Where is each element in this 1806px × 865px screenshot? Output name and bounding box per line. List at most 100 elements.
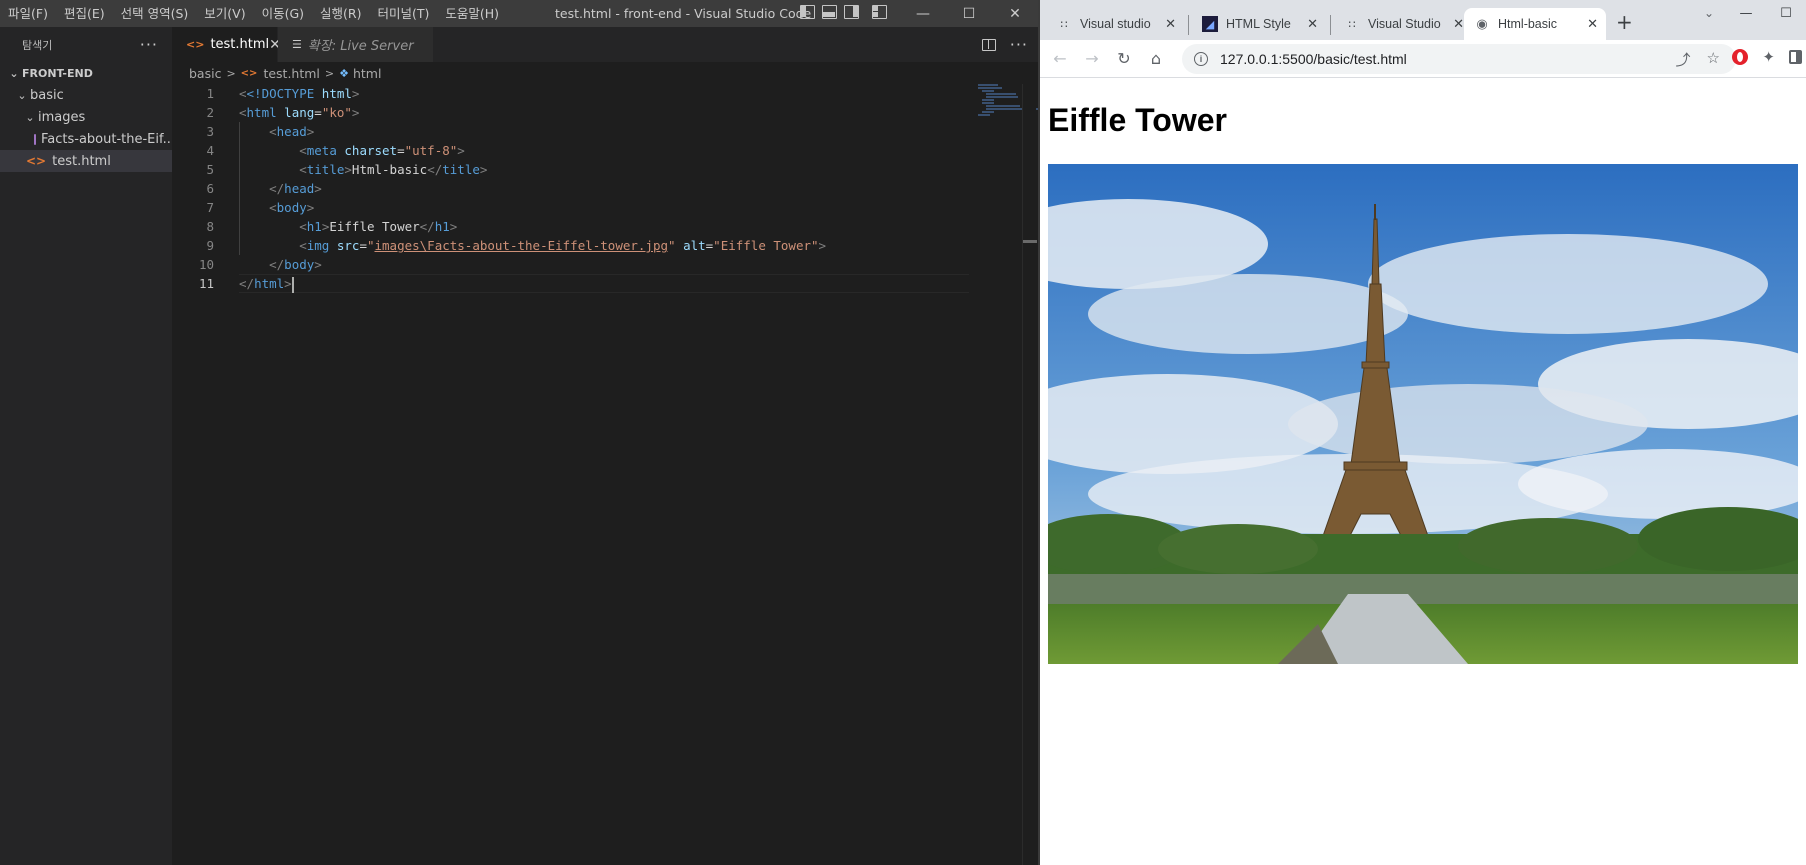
close-icon[interactable]: ✕ <box>1587 16 1598 32</box>
code-line: 8 <h1>Eiffle Tower</h1> <box>172 217 1038 236</box>
more-actions-icon[interactable]: ··· <box>1010 35 1028 54</box>
code-text: <title>Html-basic</title> <box>299 162 488 177</box>
home-icon[interactable]: ⌂ <box>1140 49 1172 68</box>
vscode-window: 파일(F) 편집(E) 선택 영역(S) 보기(V) 이동(G) 실행(R) 터… <box>0 0 1052 865</box>
toggle-secondary-sidebar-icon[interactable] <box>844 5 859 19</box>
side-panel-icon[interactable] <box>1789 50 1802 64</box>
code-text: <h1>Eiffle Tower</h1> <box>299 219 458 234</box>
back-arrow-icon[interactable]: ← <box>1044 49 1076 68</box>
minimize-button[interactable]: — <box>1726 0 1766 26</box>
maximize-button[interactable]: ☐ <box>1766 0 1806 26</box>
opera-extension-icon[interactable] <box>1732 49 1749 65</box>
eiffel-tower-image <box>1048 164 1798 664</box>
editor-area: <> test.html ✕ ☰ 확장: Live Server ··· bas… <box>172 27 1052 865</box>
tree-file-label: test.html <box>52 153 111 169</box>
tree-file-test-html[interactable]: <> test.html <box>0 150 172 172</box>
chevron-down-icon: ⌄ <box>9 66 19 80</box>
tab-test-html[interactable]: <> test.html ✕ <box>172 27 281 62</box>
editor-tabbar: <> test.html ✕ ☰ 확장: Live Server ··· <box>172 27 1038 62</box>
toggle-primary-sidebar-icon[interactable] <box>800 5 815 19</box>
tree-file-image[interactable]: Facts-about-the-Eif... <box>0 128 172 150</box>
browser-tab-visual-studio-2[interactable]: ∷ Visual Studio ✕ <box>1334 8 1472 40</box>
chrome-window: ∷ Visual studio ✕ ◢ HTML Style ✕ ∷ Visua… <box>1038 0 1806 865</box>
menu-file[interactable]: 파일(F) <box>0 0 56 27</box>
web-page-content: Eiffle Tower <box>1040 78 1806 865</box>
customize-layout-icon[interactable] <box>872 5 887 19</box>
code-line: 10 </body> <box>172 255 1038 274</box>
menu-terminal[interactable]: 터미널(T) <box>370 0 438 27</box>
line-number: 6 <box>206 181 214 196</box>
code-text: <<!DOCTYPE html> <box>239 86 360 101</box>
tree-root-front-end[interactable]: ⌄ FRONT-END <box>0 62 172 84</box>
menu-go[interactable]: 이동(G) <box>254 0 312 27</box>
editor-actions: ··· <box>981 27 1028 62</box>
line-number: 1 <box>206 86 214 101</box>
browser-tab-label: Visual studio <box>1080 17 1151 31</box>
site-favicon-icon: ∷ <box>1348 18 1356 31</box>
line-number: 5 <box>206 162 214 177</box>
tab-search-icon[interactable]: ⌄ <box>1704 6 1714 20</box>
more-actions-icon[interactable]: ··· <box>140 35 158 54</box>
line-number: 10 <box>198 257 214 272</box>
tree-folder-images[interactable]: ⌄ images <box>0 106 172 128</box>
browser-tab-html-style[interactable]: ◢ HTML Style ✕ <box>1192 8 1326 40</box>
close-button[interactable]: ✕ <box>992 0 1038 27</box>
tab-live-server[interactable]: ☰ 확장: Live Server <box>278 27 434 62</box>
code-text: <img src="images\Facts-about-the-Eiffel-… <box>299 238 827 253</box>
menu-bar: 파일(F) 편집(E) 선택 영역(S) 보기(V) 이동(G) 실행(R) 터… <box>0 0 507 27</box>
share-icon[interactable]: ⤴ <box>1676 49 1691 70</box>
address-bar[interactable]: i 127.0.0.1:5500/basic/test.html ⤴ ☆ <box>1182 44 1736 74</box>
browser-toolbar: ← → ↻ ⌂ i 127.0.0.1:5500/basic/test.html… <box>1040 40 1806 78</box>
window-title: test.html - front-end - Visual Studio Co… <box>555 6 812 21</box>
layout-controls <box>800 5 887 19</box>
browser-window-controls: — ☐ <box>1726 0 1806 26</box>
scrollbar-thumb[interactable] <box>1023 240 1037 243</box>
split-editor-icon[interactable] <box>981 38 996 51</box>
reload-icon[interactable]: ↻ <box>1108 49 1140 68</box>
minimize-button[interactable]: — <box>900 0 946 27</box>
code-text: <body> <box>269 200 315 215</box>
extensions-puzzle-icon[interactable]: ✦ <box>1762 48 1775 66</box>
line-number: 3 <box>206 124 214 139</box>
menu-run[interactable]: 실행(R) <box>312 0 369 27</box>
site-info-icon[interactable]: i <box>1194 52 1208 66</box>
html-file-icon: <> <box>186 38 205 51</box>
extensions-area: ✦ <box>1732 48 1802 66</box>
breadcrumb-file[interactable]: test.html <box>263 66 319 81</box>
browser-tabstrip: ∷ Visual studio ✕ ◢ HTML Style ✕ ∷ Visua… <box>1040 0 1806 40</box>
bookmark-star-icon[interactable]: ☆ <box>1707 49 1720 70</box>
code-line: 9 <img src="images\Facts-about-the-Eiffe… <box>172 236 1038 255</box>
breadcrumb-symbol[interactable]: html <box>353 66 381 81</box>
menu-help[interactable]: 도움말(H) <box>437 0 507 27</box>
toggle-panel-icon[interactable] <box>822 5 837 19</box>
window-controls: — ☐ ✕ <box>900 0 1038 27</box>
tab-divider <box>1330 15 1331 35</box>
code-line: 6 </head> <box>172 179 1038 198</box>
forward-arrow-icon[interactable]: → <box>1076 49 1108 68</box>
new-tab-icon[interactable]: + <box>1616 10 1633 34</box>
html-file-icon: <> <box>240 67 258 79</box>
code-editor[interactable]: 1 <<!DOCTYPE html> 2 <html lang="ko"> 3 … <box>172 84 1038 293</box>
menu-view[interactable]: 보기(V) <box>196 0 253 27</box>
editor-scrollbar[interactable] <box>1022 84 1036 865</box>
maximize-button[interactable]: ☐ <box>946 0 992 27</box>
line-number: 7 <box>206 200 214 215</box>
close-icon[interactable]: ✕ <box>1165 16 1176 32</box>
tab-divider <box>1188 15 1189 35</box>
close-icon[interactable]: ✕ <box>1453 16 1464 32</box>
src-path-link[interactable]: images\Facts-about-the-Eiffel-tower.jpg <box>375 238 669 253</box>
menu-selection[interactable]: 선택 영역(S) <box>113 0 197 27</box>
code-line: 4 <meta charset="utf-8"> <box>172 141 1038 160</box>
page-heading: Eiffle Tower <box>1048 102 1227 138</box>
address-bar-actions: ⤴ ☆ <box>1676 49 1720 70</box>
menu-edit[interactable]: 편집(E) <box>56 0 113 27</box>
close-icon[interactable]: ✕ <box>1307 16 1318 32</box>
tab-label: 확장: Live Server <box>307 39 414 54</box>
url-text: 127.0.0.1:5500/basic/test.html <box>1220 51 1407 67</box>
browser-tab-visual-studio-1[interactable]: ∷ Visual studio ✕ <box>1046 8 1184 40</box>
breadcrumb-folder[interactable]: basic <box>189 66 221 81</box>
site-favicon-icon: ∷ <box>1060 18 1068 31</box>
image-file-icon <box>34 133 36 145</box>
tree-folder-basic[interactable]: ⌄ basic <box>0 84 172 106</box>
browser-tab-html-basic[interactable]: ◉ Html-basic ✕ <box>1464 8 1606 40</box>
